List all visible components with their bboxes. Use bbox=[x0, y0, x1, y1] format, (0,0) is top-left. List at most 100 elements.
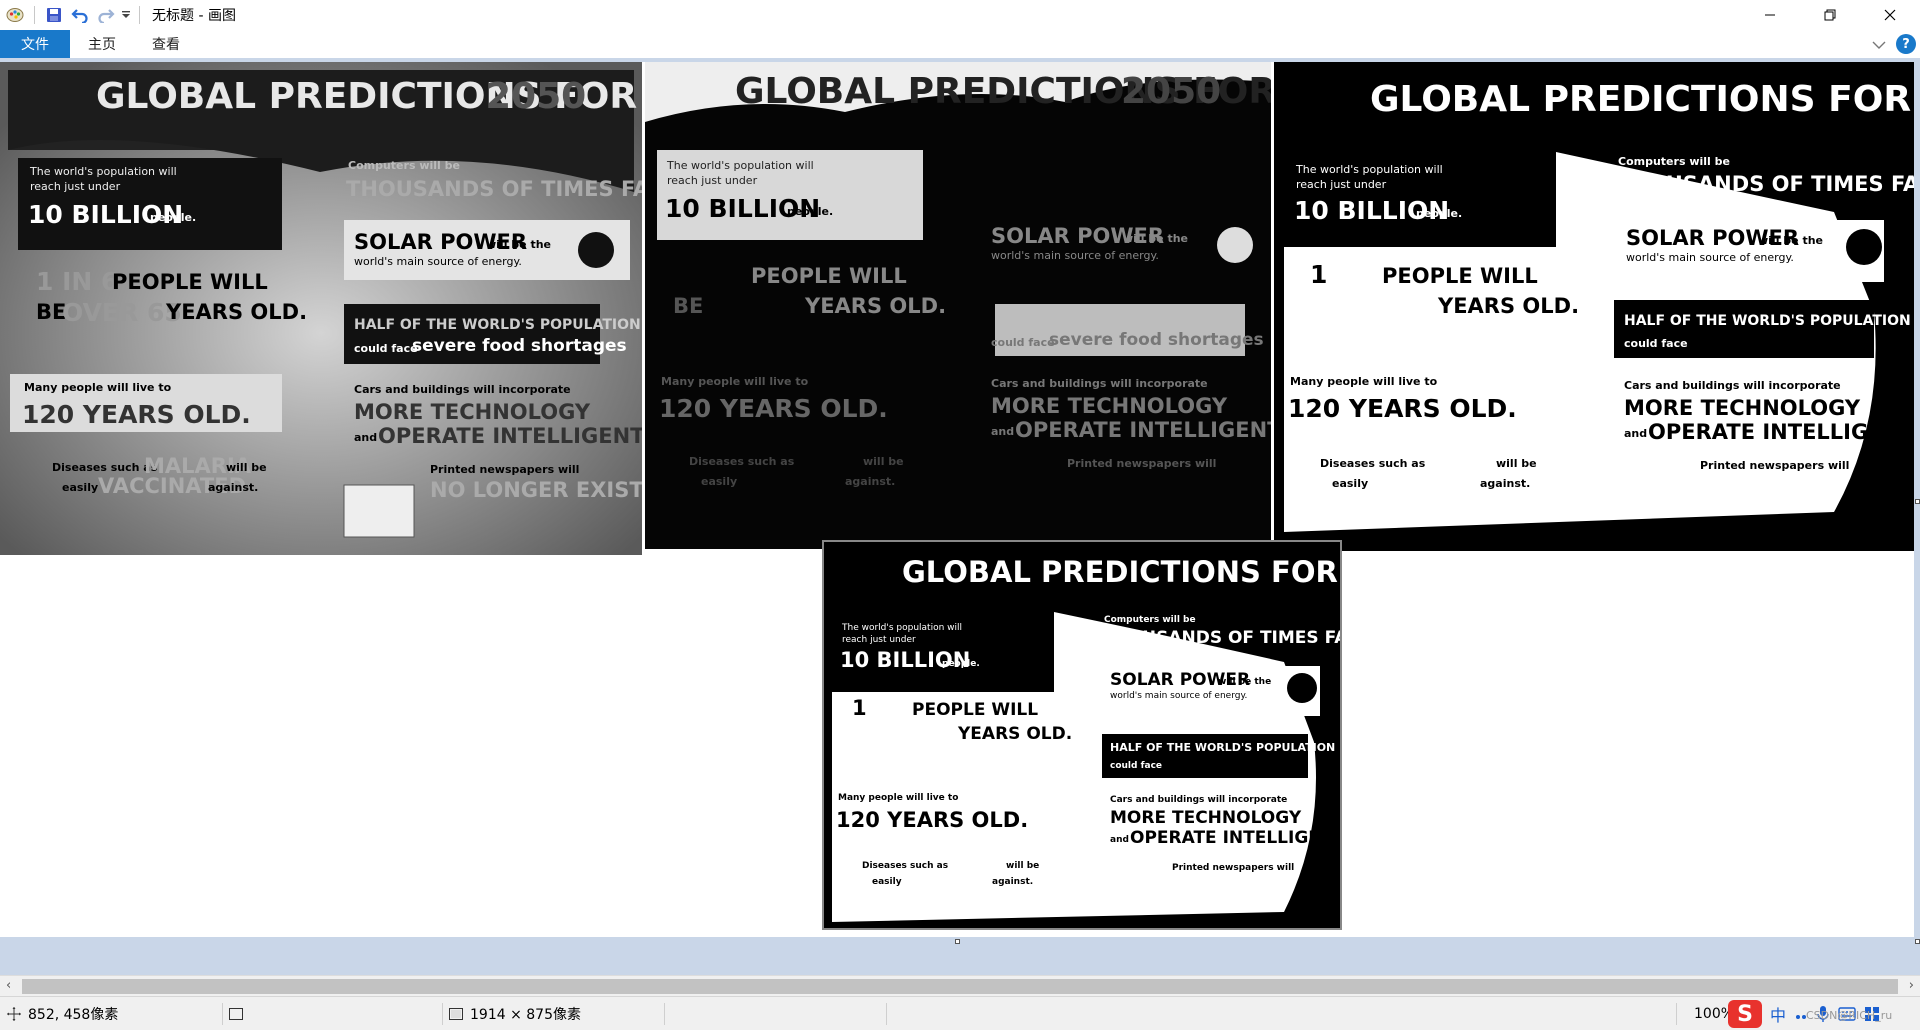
status-divider bbox=[1676, 1003, 1677, 1025]
infographic-grayscale: GLOBAL PREDICTIONS FOR 2050 The world's … bbox=[0, 62, 642, 555]
workspace: GLOBAL PREDICTIONS FOR 2050 The world's … bbox=[0, 58, 1920, 975]
customize-toolbar-chevron-icon[interactable] bbox=[119, 2, 133, 28]
could-face-text: could face bbox=[1624, 337, 1688, 350]
canvas-resize-handle-right[interactable] bbox=[1915, 499, 1920, 504]
redo-icon[interactable] bbox=[93, 2, 119, 28]
people-text: people. bbox=[787, 205, 834, 218]
canvas-resize-handle-corner[interactable] bbox=[1915, 939, 1920, 944]
many-people-text: Many people will live to bbox=[661, 375, 809, 388]
will-be-text: will be bbox=[1496, 457, 1537, 470]
easily-text: easily bbox=[872, 877, 902, 887]
toolbar-divider bbox=[139, 6, 140, 24]
thousands-text: THOUSANDS OF TIMES FASTER. bbox=[1616, 172, 1914, 196]
tab-file[interactable]: 文件 bbox=[0, 30, 70, 58]
sogou-input-icon[interactable]: S bbox=[1728, 1000, 1762, 1028]
cursor-position-text: 852, 458像素 bbox=[28, 1007, 119, 1023]
people-will-text: PEOPLE WILL bbox=[1382, 264, 1538, 288]
could-face-text: could face bbox=[354, 342, 418, 355]
years120-text: 120 YEARS OLD. bbox=[836, 808, 1029, 832]
operate-text: OPERATE INTELLIGENTLY. bbox=[378, 424, 642, 448]
solar-suffix: will be the bbox=[1123, 232, 1189, 245]
selection-size bbox=[228, 997, 244, 1030]
and-text: and bbox=[1624, 427, 1648, 440]
status-divider bbox=[886, 1003, 887, 1025]
years120-text: 120 YEARS OLD. bbox=[1288, 394, 1517, 423]
diseases-text: Diseases such as bbox=[862, 861, 949, 871]
printed-text: Printed newspapers will bbox=[1172, 863, 1295, 873]
status-bar: 852, 458像素 1914 × 875像素 100% S 中 CSDN@RI… bbox=[0, 996, 1920, 1030]
restore-button[interactable] bbox=[1800, 0, 1860, 30]
computers-text: Computers will be bbox=[1618, 155, 1730, 168]
people-will-text: PEOPLE WILL bbox=[112, 270, 268, 294]
canvas-resize-handle-bottom[interactable] bbox=[955, 939, 960, 944]
save-icon[interactable] bbox=[41, 2, 67, 28]
toolbar-divider bbox=[34, 6, 35, 24]
population-text: The world's population will bbox=[30, 165, 177, 178]
against-text: against. bbox=[845, 475, 896, 488]
help-button[interactable]: ? bbox=[1896, 34, 1916, 54]
computers-text: Computers will be bbox=[1104, 615, 1196, 625]
operate-text: OPERATE INTELLIGENTLY. bbox=[1648, 420, 1914, 444]
cars-text: Cars and buildings will incorporate bbox=[1110, 795, 1288, 805]
one-text: 1 bbox=[1310, 260, 1328, 289]
operate-text: OPERATE INTELLIGENTLY. bbox=[1130, 828, 1340, 848]
people-text: people. bbox=[942, 659, 980, 669]
population-text: The world's population will bbox=[1296, 163, 1443, 176]
window-title: 无标题 - 画图 bbox=[152, 8, 236, 24]
title-bar: 无标题 - 画图 bbox=[0, 0, 1920, 30]
cars-text: Cars and buildings will incorporate bbox=[991, 377, 1208, 390]
panel-texture bbox=[645, 62, 1271, 549]
paint-window: 无标题 - 画图 文件 主页 查看 ? GLOBAL PREDICTIONS F… bbox=[0, 0, 1920, 1030]
tab-view[interactable]: 查看 bbox=[134, 30, 198, 58]
image-size: 1914 × 875像素 bbox=[448, 997, 581, 1030]
minimize-button[interactable] bbox=[1740, 0, 1800, 30]
computers-text: Computers will be bbox=[348, 159, 460, 172]
panel-title-year: 2050 bbox=[486, 76, 587, 117]
panel-title-year: 2050 bbox=[1121, 71, 1222, 112]
undo-icon[interactable] bbox=[67, 2, 93, 28]
solar-suffix: will be the bbox=[1218, 677, 1272, 687]
severe-food-text: severe food shortages bbox=[412, 336, 627, 356]
image-canvas[interactable]: GLOBAL PREDICTIONS FOR 2050 The world's … bbox=[0, 62, 1920, 944]
tab-home[interactable]: 主页 bbox=[70, 30, 134, 58]
panel-title: GLOBAL PREDICTIONS FOR bbox=[1370, 79, 1912, 120]
more-tech-text: MORE TECHNOLOGY bbox=[991, 394, 1228, 418]
easily-text: easily bbox=[62, 481, 99, 494]
infographic-dark-threshold: GLOBAL PREDICTIONS FOR 2050 The world's … bbox=[645, 62, 1271, 549]
collapse-ribbon-chevron-icon[interactable] bbox=[1872, 35, 1886, 54]
people-text: people. bbox=[1416, 207, 1463, 220]
solar-suffix: will be the bbox=[486, 238, 552, 251]
solar-suffix: will be the bbox=[1758, 234, 1824, 247]
scrollbar-thumb[interactable] bbox=[22, 979, 1898, 994]
scroll-right-arrow-icon[interactable]: › bbox=[1909, 978, 1914, 993]
close-button[interactable] bbox=[1860, 0, 1920, 30]
people-will-text: PEOPLE WILL bbox=[912, 700, 1039, 720]
scroll-left-arrow-icon[interactable]: ‹ bbox=[6, 978, 11, 993]
will-be-text: will be bbox=[1006, 861, 1040, 871]
population-text-2: reach just under bbox=[1296, 178, 1387, 191]
solar-line2: world's main source of energy. bbox=[991, 249, 1159, 262]
printed-text: Printed newspapers will bbox=[1700, 459, 1850, 472]
horizontal-scrollbar[interactable]: ‹ › bbox=[0, 975, 1920, 996]
quick-access-toolbar bbox=[0, 0, 146, 30]
operate-text: OPERATE INTELLIGENTLY. bbox=[1015, 418, 1271, 442]
population-text: The world's population will bbox=[842, 623, 963, 633]
solar-line2: world's main source of energy. bbox=[1110, 691, 1248, 701]
cars-text: Cars and buildings will incorporate bbox=[354, 383, 571, 396]
years120-text: 120 YEARS OLD. bbox=[659, 394, 888, 423]
against-text: against. bbox=[208, 481, 259, 494]
severe-food-text: severe food shortages bbox=[1049, 330, 1264, 350]
status-divider bbox=[222, 1003, 223, 1025]
population-text-2: reach just under bbox=[667, 174, 758, 187]
people-will-text: PEOPLE WILL bbox=[751, 264, 907, 288]
one-in-six-text: 1 IN 6 bbox=[36, 267, 119, 296]
watermark-text: CSDN@RICH_ru bbox=[1806, 1009, 1893, 1022]
crosshair-icon bbox=[7, 1007, 21, 1021]
paint-app-icon[interactable] bbox=[2, 2, 28, 28]
status-divider bbox=[664, 1003, 665, 1025]
against-text: against. bbox=[1480, 477, 1531, 490]
years-old-text: YEARS OLD. bbox=[166, 300, 308, 324]
ime-language-toggle[interactable]: 中 bbox=[1770, 1002, 1786, 1026]
population-text-2: reach just under bbox=[30, 180, 121, 193]
status-divider bbox=[442, 1003, 443, 1025]
